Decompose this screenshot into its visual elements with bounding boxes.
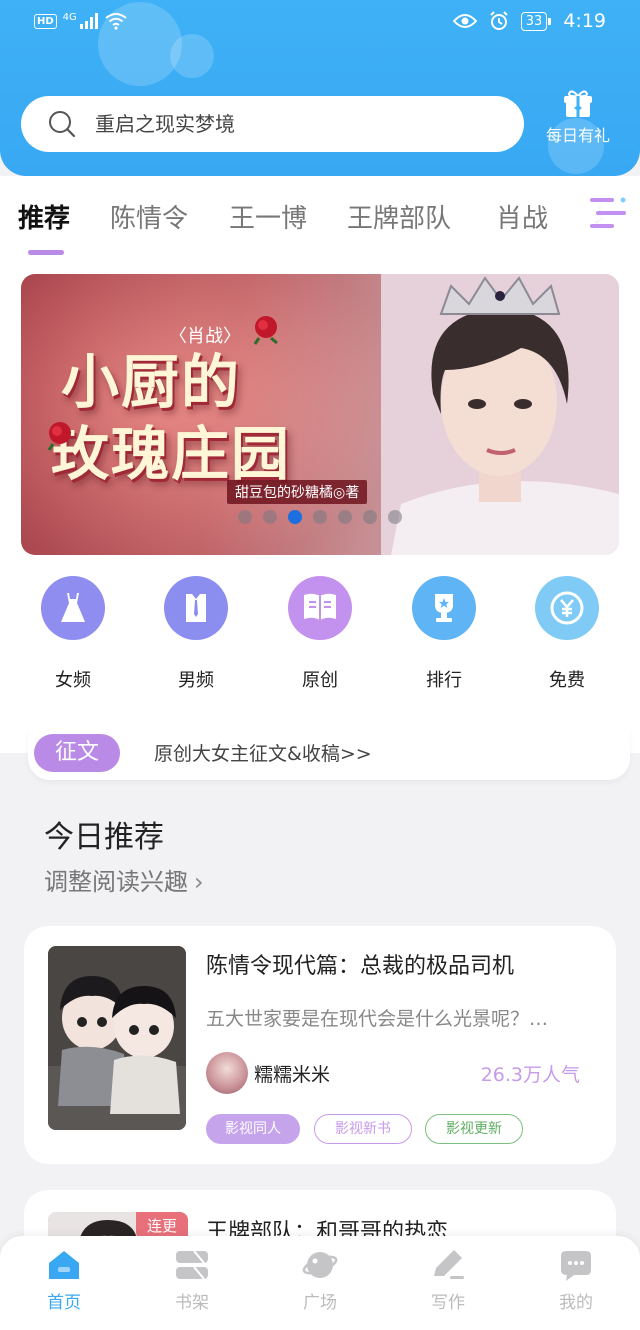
eye-icon xyxy=(452,14,477,28)
tab-wangpai-budui[interactable]: 王牌部队 xyxy=(347,198,451,235)
search-bar[interactable]: 重启之现实梦境 xyxy=(21,96,524,152)
adjust-interests-link[interactable]: 调整阅读兴趣 › xyxy=(44,862,204,897)
category-female[interactable]: 女频 xyxy=(23,576,123,692)
nav-home[interactable]: 首页 xyxy=(14,1248,114,1313)
notice-text[interactable]: 原创大女主征文&收稿>> xyxy=(154,728,372,780)
category-icon-circle xyxy=(288,576,352,640)
cover-illustration xyxy=(48,946,186,1130)
bookshelf-icon xyxy=(176,1250,208,1280)
signal-icon xyxy=(79,13,98,29)
category-original[interactable]: 原创 xyxy=(270,576,370,692)
notice-badge: 征文 xyxy=(34,734,120,772)
status-bar: HD 4G 33 4:19 xyxy=(0,0,640,48)
pagination-dot[interactable] xyxy=(238,510,252,524)
category-label: 女频 xyxy=(55,670,91,691)
banner-pagination xyxy=(238,510,402,524)
banner-byline: 甜豆包的砂糖橘◎著 xyxy=(227,480,368,504)
tab-recommend[interactable]: 推荐 xyxy=(18,198,70,235)
category-ranking[interactable]: 排行 xyxy=(394,576,494,692)
category-icon-circle xyxy=(412,576,476,640)
wifi-icon xyxy=(105,13,127,30)
rose-icon xyxy=(253,316,278,345)
author-row: 糯糯米米 26.3万人气 xyxy=(206,1052,586,1094)
chat-bubble-icon xyxy=(561,1251,591,1281)
nav-label: 写作 xyxy=(431,1293,465,1313)
banner-title: 小厨的 玫瑰庄园 xyxy=(51,346,381,490)
search-placeholder: 重启之现实梦境 xyxy=(95,112,235,136)
trophy-icon xyxy=(435,594,453,622)
banner-title-line1: 小厨的 xyxy=(61,348,242,416)
clock: 4:19 xyxy=(563,10,606,32)
dress-icon xyxy=(61,593,85,622)
home-icon xyxy=(49,1251,79,1279)
category-label: 原创 xyxy=(302,670,338,691)
popularity-count: 26.3万人气 xyxy=(480,1064,580,1086)
pagination-dot[interactable] xyxy=(363,510,377,524)
contest-notice[interactable]: 征文 原创大女主征文&收稿>> xyxy=(28,728,630,780)
nav-label: 首页 xyxy=(47,1293,81,1313)
book-icon xyxy=(304,593,336,620)
daily-gift-label: 每日有礼 xyxy=(545,126,610,145)
pagination-dot[interactable] xyxy=(338,510,352,524)
section-title: 今日推荐 xyxy=(44,820,164,855)
nav-bookshelf[interactable]: 书架 xyxy=(142,1248,242,1313)
nav-writing[interactable]: 写作 xyxy=(398,1248,498,1313)
book-card[interactable]: 陈情令现代篇：总裁的极品司机 五大世家要是在现代会是什么光景呢？… 糯糯米米 2… xyxy=(24,926,616,1164)
author-name[interactable]: 糯糯米米 xyxy=(254,1060,330,1087)
daily-gift-button[interactable]: 每日有礼 xyxy=(538,90,618,156)
category-free[interactable]: 免费 xyxy=(517,576,617,692)
yen-coin-icon xyxy=(550,591,584,625)
tag-outline[interactable]: 影视新书 xyxy=(314,1114,412,1144)
alarm-icon xyxy=(490,11,508,30)
category-icon-circle xyxy=(164,576,228,640)
adjust-interests-label: 调整阅读兴趣 xyxy=(44,868,188,896)
search-icon xyxy=(49,111,76,138)
gift-icon xyxy=(564,90,592,117)
nav-label: 广场 xyxy=(303,1293,337,1313)
tab-menu-icon[interactable] xyxy=(588,196,628,230)
chevron-right-icon: › xyxy=(194,868,204,896)
nav-mine[interactable]: 我的 xyxy=(526,1248,626,1313)
category-label: 男频 xyxy=(178,670,214,691)
nav-label: 书架 xyxy=(175,1293,209,1313)
battery-indicator: 33 xyxy=(520,11,551,31)
category-label: 免费 xyxy=(549,670,585,691)
pagination-dot[interactable] xyxy=(388,510,402,524)
network-type: 4G xyxy=(62,11,77,23)
book-description: 五大世家要是在现代会是什么光景呢？… xyxy=(206,1008,549,1030)
banner-author-tag: 〈肖战〉 xyxy=(169,326,241,347)
pagination-dot[interactable] xyxy=(313,510,327,524)
bottom-navigation: 首页 书架 广场 写作 我的 xyxy=(0,1236,640,1330)
tag-outline[interactable]: 影视更新 xyxy=(425,1114,523,1144)
category-label: 排行 xyxy=(426,670,462,691)
tab-chenqingling[interactable]: 陈情令 xyxy=(110,198,188,235)
rose-icon xyxy=(47,422,71,451)
tag-filled[interactable]: 影视同人 xyxy=(206,1114,300,1144)
book-title[interactable]: 陈情令现代篇：总裁的极品司机 xyxy=(206,948,514,980)
pagination-dot[interactable] xyxy=(263,510,277,524)
book-cover xyxy=(48,946,186,1130)
tab-xiaozhan[interactable]: 肖战 xyxy=(496,198,548,235)
shirt-icon xyxy=(186,594,206,622)
hd-indicator: HD xyxy=(34,13,57,29)
category-male[interactable]: 男频 xyxy=(146,576,246,692)
pagination-dot-active[interactable] xyxy=(288,510,302,524)
active-tab-indicator xyxy=(28,250,64,255)
category-tabs: 推荐 陈情令 王一博 王牌部队 肖战 易上 xyxy=(0,176,640,258)
category-icon-circle xyxy=(41,576,105,640)
category-icon-circle xyxy=(535,576,599,640)
planet-icon xyxy=(302,1252,338,1278)
pen-icon xyxy=(434,1250,464,1279)
app-header: HD 4G 33 4:19 重启之现实梦境 每日有礼 xyxy=(0,0,640,176)
nav-plaza[interactable]: 广场 xyxy=(270,1248,370,1313)
tab-wangyibo[interactable]: 王一博 xyxy=(229,198,307,235)
author-avatar[interactable] xyxy=(206,1052,248,1094)
nav-label: 我的 xyxy=(559,1293,593,1313)
banner-portrait xyxy=(381,274,619,555)
